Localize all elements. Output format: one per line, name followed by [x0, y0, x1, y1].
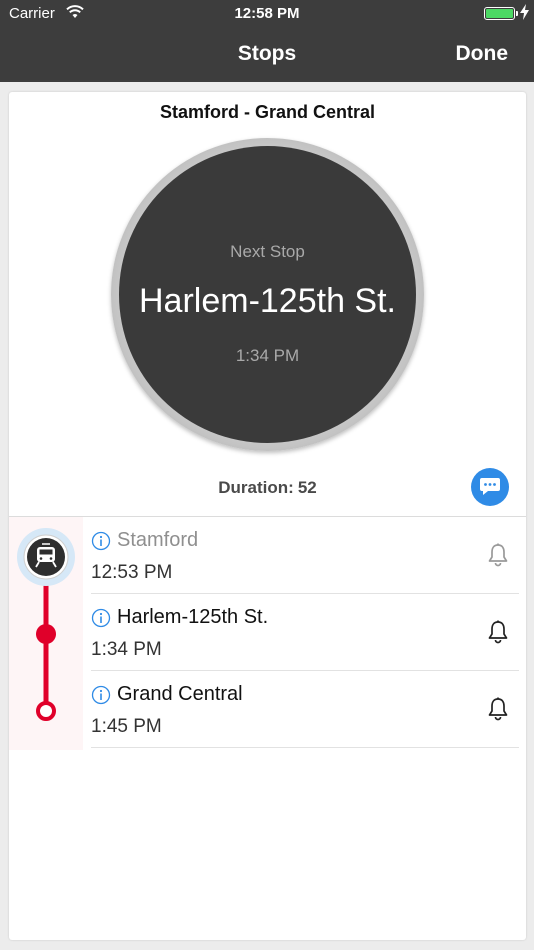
- charging-bolt-icon: [520, 4, 529, 20]
- done-button[interactable]: Done: [456, 42, 509, 66]
- info-icon[interactable]: [91, 685, 111, 705]
- stop-marker-harlem: [36, 624, 56, 644]
- next-stop-time: 1:34 PM: [235, 346, 300, 365]
- stop-name: Stamford: [117, 529, 199, 551]
- stop-name: Grand Central: [117, 683, 243, 705]
- stops-card: Stamford - Grand Central Next Stop Harle…: [9, 92, 526, 940]
- battery-fill: [486, 9, 513, 18]
- info-icon[interactable]: [91, 531, 111, 551]
- battery-icon: [484, 7, 515, 20]
- bell-icon[interactable]: [487, 697, 509, 721]
- info-icon[interactable]: [91, 608, 111, 628]
- next-stop-disc: Next Stop Harlem-125th St. 1:34 PM: [119, 146, 416, 443]
- stop-time: 12:53 PM: [91, 562, 173, 583]
- stop-marker-grand-central: [36, 701, 56, 721]
- next-stop-ring: Next Stop Harlem-125th St. 1:34 PM: [111, 138, 424, 451]
- stop-time: 1:45 PM: [91, 716, 162, 737]
- route-timeline: [17, 528, 75, 721]
- duration-label: Duration:: [218, 478, 294, 497]
- top-bar: Carrier 12:58 PM Stops Done: [0, 0, 534, 82]
- status-bar: Carrier 12:58 PM: [0, 0, 534, 28]
- stop-time: 1:34 PM: [91, 639, 162, 660]
- chat-button[interactable]: [471, 468, 509, 506]
- route-title: Stamford - Grand Central: [159, 102, 376, 122]
- bell-icon[interactable]: [487, 543, 509, 567]
- nav-title: Stops: [237, 42, 297, 65]
- duration: Duration: 52: [9, 478, 526, 498]
- battery-cap: [516, 11, 518, 16]
- chat-bubble-icon: [480, 478, 500, 495]
- bell-icon[interactable]: [487, 620, 509, 644]
- next-stop-label: Next Stop: [230, 242, 305, 261]
- next-stop-station: Harlem-125th St.: [139, 282, 396, 320]
- duration-value: 52: [297, 478, 317, 497]
- stop-row[interactable]: Harlem-125th St. 1:34 PM: [91, 594, 519, 671]
- status-time: 12:58 PM: [234, 5, 300, 22]
- stop-name: Harlem-125th St.: [117, 606, 269, 628]
- stop-row[interactable]: Grand Central 1:45 PM: [91, 671, 519, 748]
- stop-row[interactable]: Stamford 12:53 PM: [91, 517, 519, 594]
